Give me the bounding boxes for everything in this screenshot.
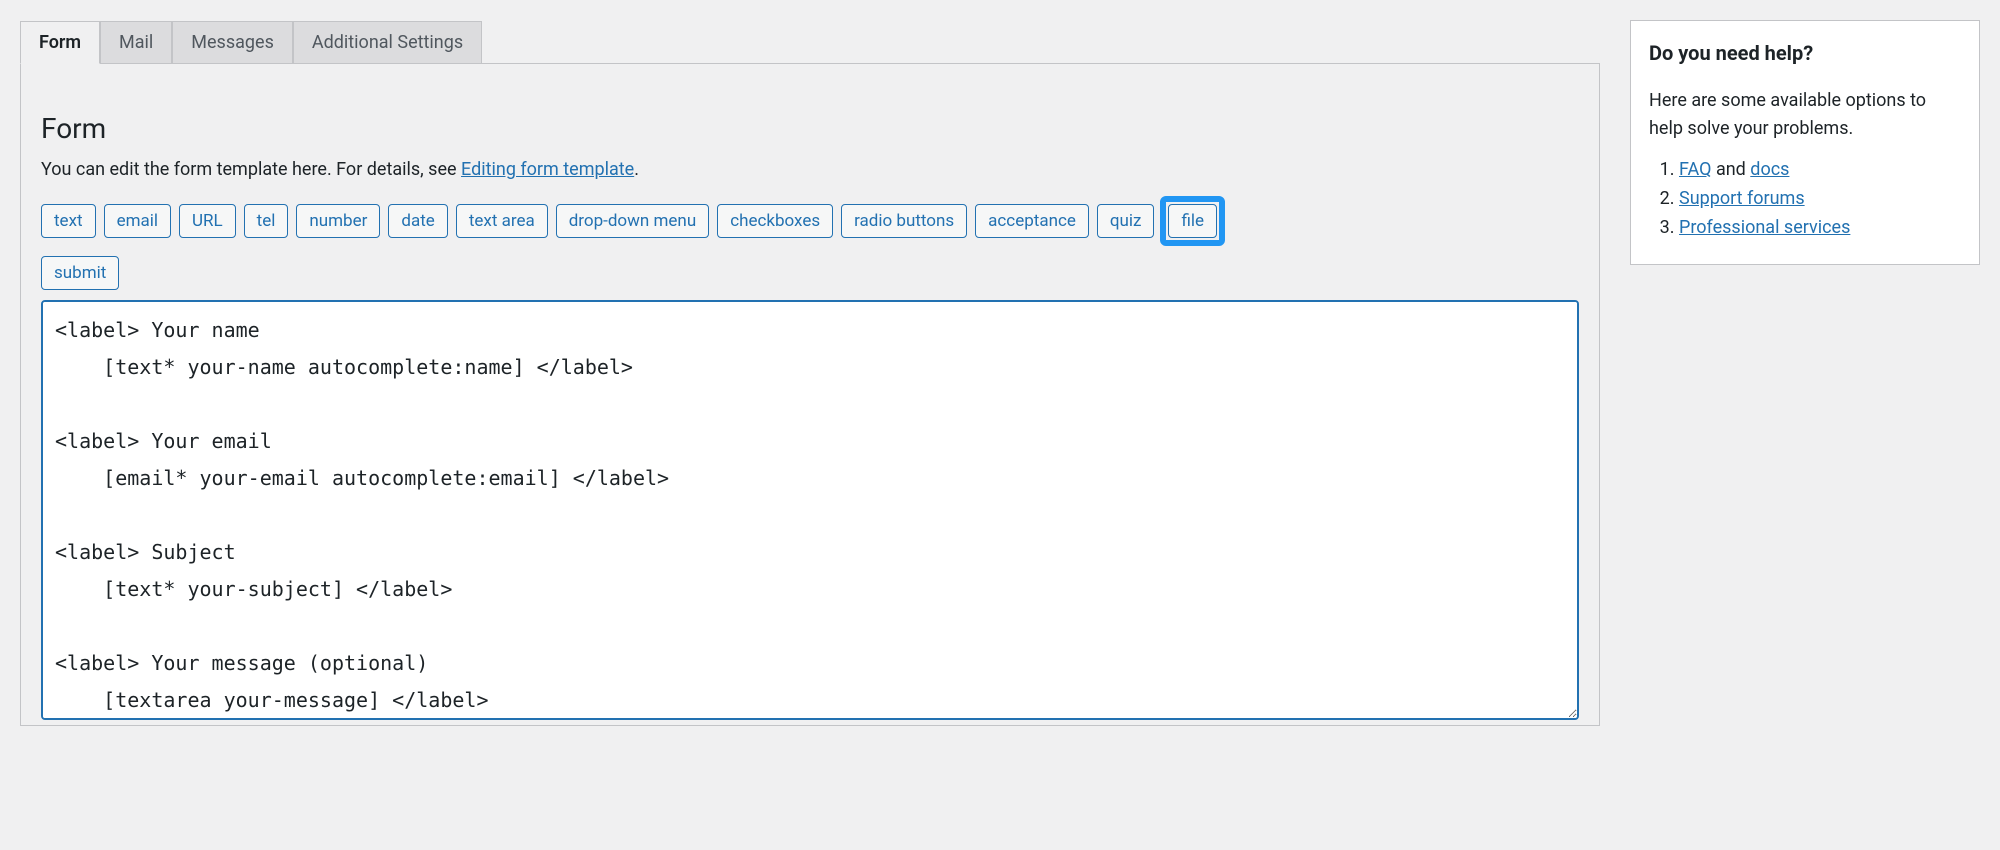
docs-link[interactable]: docs — [1750, 159, 1789, 180]
panel-intro: You can edit the form template here. For… — [41, 159, 1579, 180]
help-list: FAQ and docs Support forums Professional… — [1649, 159, 1961, 238]
tag-buttons-row-2: submit — [41, 256, 1579, 290]
tab-form[interactable]: Form — [20, 21, 100, 64]
form-panel: Form You can edit the form template here… — [20, 63, 1600, 726]
tag-url-button[interactable]: URL — [179, 204, 236, 238]
intro-text-after: . — [634, 159, 639, 180]
tab-mail[interactable]: Mail — [100, 21, 172, 64]
panel-heading: Form — [41, 112, 1579, 145]
tag-email-button[interactable]: email — [104, 204, 171, 238]
tag-text-button[interactable]: text — [41, 204, 96, 238]
tag-acceptance-button[interactable]: acceptance — [975, 204, 1089, 238]
help-and: and — [1711, 159, 1750, 180]
tag-tel-button[interactable]: tel — [244, 204, 289, 238]
faq-link[interactable]: FAQ — [1679, 159, 1711, 180]
tag-textarea-button[interactable]: text area — [456, 204, 548, 238]
tag-number-button[interactable]: number — [296, 204, 380, 238]
tab-messages[interactable]: Messages — [172, 21, 293, 64]
support-forums-link[interactable]: Support forums — [1679, 188, 1805, 209]
help-intro: Here are some available options to help … — [1649, 87, 1961, 143]
tag-checkboxes-button[interactable]: checkboxes — [717, 204, 833, 238]
help-item-forums: Support forums — [1679, 188, 1961, 209]
file-button-highlight: file — [1160, 196, 1225, 246]
tag-dropdown-button[interactable]: drop-down menu — [556, 204, 709, 238]
tag-buttons-row: text email URL tel number date text area… — [41, 196, 1579, 246]
tag-quiz-button[interactable]: quiz — [1097, 204, 1155, 238]
help-item-pro: Professional services — [1679, 217, 1961, 238]
tag-date-button[interactable]: date — [388, 204, 447, 238]
editing-form-template-link[interactable]: Editing form template — [461, 159, 634, 180]
help-box: Do you need help? Here are some availabl… — [1630, 20, 1980, 265]
intro-text-before: You can edit the form template here. For… — [41, 159, 461, 180]
professional-services-link[interactable]: Professional services — [1679, 217, 1850, 238]
help-item-faq-docs: FAQ and docs — [1679, 159, 1961, 180]
tab-additional-settings[interactable]: Additional Settings — [293, 21, 482, 64]
tag-submit-button[interactable]: submit — [41, 256, 119, 290]
tag-radio-button[interactable]: radio buttons — [841, 204, 967, 238]
help-title: Do you need help? — [1649, 41, 1961, 65]
tabs: Form Mail Messages Additional Settings — [20, 20, 1600, 63]
tag-file-button[interactable]: file — [1168, 204, 1217, 238]
form-template-textarea[interactable] — [41, 300, 1579, 720]
